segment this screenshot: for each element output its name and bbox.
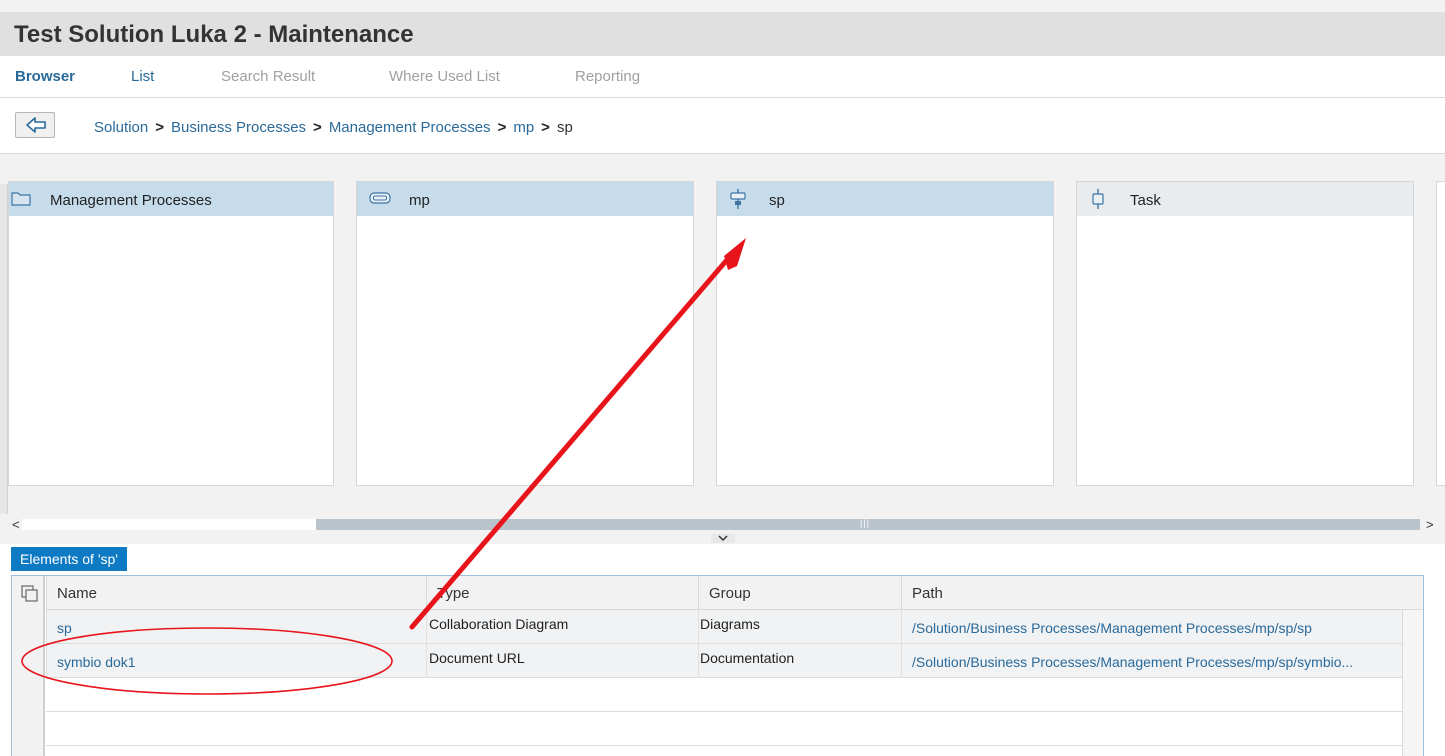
- tab-bar: Browser List Search Result Where Used Li…: [0, 56, 1445, 98]
- breadcrumb-mp[interactable]: mp: [513, 119, 534, 136]
- scroll-left-button[interactable]: <: [12, 517, 20, 532]
- column-header-type[interactable]: Type: [426, 576, 698, 610]
- column-label: Management Processes: [50, 192, 212, 209]
- column-header-group[interactable]: Group: [698, 576, 901, 610]
- tab-list[interactable]: List: [131, 68, 154, 85]
- tab-where-used-list[interactable]: Where Used List: [389, 68, 500, 85]
- table-row[interactable]: symbio dok1 Document URL Documentation /…: [46, 644, 1402, 678]
- tab-browser[interactable]: Browser: [15, 68, 75, 85]
- scroll-grip: |||: [860, 518, 871, 528]
- browser-column-mp[interactable]: mp: [356, 181, 694, 486]
- app-window: Test Solution Luka 2 - Maintenance Brows…: [0, 0, 1445, 756]
- page-title: Test Solution Luka 2 - Maintenance: [14, 21, 414, 48]
- cell-name[interactable]: symbio dok1: [46, 644, 426, 678]
- table-header: Name Type Group Path: [46, 576, 1423, 610]
- back-arrow-icon: [26, 117, 46, 133]
- breadcrumb-separator: >: [541, 119, 550, 136]
- browser-column-task[interactable]: Task: [1076, 181, 1414, 486]
- breadcrumb-separator: >: [155, 119, 164, 136]
- cell-path[interactable]: /Solution/Business Processes/Management …: [901, 610, 1402, 644]
- title-bar: Test Solution Luka 2 - Maintenance: [0, 12, 1445, 56]
- browser-column-overflow: [1436, 181, 1445, 486]
- breadcrumb-bar: Solution > Business Processes > Management P…: [0, 98, 1445, 154]
- folder-icon: [11, 192, 31, 206]
- table-row-empty: [46, 678, 1402, 712]
- cell-type: Collaboration Diagram: [426, 610, 698, 644]
- column-header-name[interactable]: Name: [46, 576, 426, 610]
- breadcrumb: Solution > Business Processes > Management P…: [94, 119, 573, 136]
- panel-splitter[interactable]: [711, 534, 735, 543]
- column-header-path[interactable]: Path: [901, 576, 1403, 610]
- column-label: mp: [409, 192, 430, 209]
- column-header[interactable]: mp: [357, 182, 693, 216]
- breadcrumb-separator: >: [313, 119, 322, 136]
- table-row[interactable]: sp Collaboration Diagram Diagrams /Solut…: [46, 610, 1402, 644]
- process-icon: [369, 192, 391, 204]
- browser-column-sp[interactable]: sp: [716, 181, 1054, 486]
- back-button[interactable]: [15, 112, 55, 138]
- column-header[interactable]: sp: [717, 182, 1053, 216]
- left-edge: [0, 184, 8, 514]
- cell-name[interactable]: sp: [46, 610, 426, 644]
- elements-table: Name Type Group Path sp Collaboration Di…: [11, 575, 1424, 756]
- table-right-gutter: [1402, 610, 1423, 756]
- cell-group: Documentation: [698, 644, 901, 678]
- breadcrumb-solution[interactable]: Solution: [94, 119, 148, 136]
- cell-group: Diagrams: [698, 610, 901, 644]
- breadcrumb-current: sp: [556, 119, 573, 136]
- column-header[interactable]: Task: [1077, 182, 1413, 216]
- elements-panel: Elements of 'sp' Name Type Group Path sp…: [0, 544, 1445, 756]
- column-header[interactable]: Management Processes: [9, 182, 333, 216]
- breadcrumb-business-processes[interactable]: Business Processes: [171, 119, 306, 136]
- step-icon: [730, 189, 746, 209]
- tab-search-result[interactable]: Search Result: [221, 68, 315, 85]
- column-browser: Management Processes mp sp Task < ||| >: [0, 154, 1445, 544]
- chevron-down-icon: [718, 535, 728, 542]
- cell-path[interactable]: /Solution/Business Processes/Management …: [901, 644, 1402, 678]
- task-icon: [1092, 189, 1104, 209]
- table-row-empty: [46, 712, 1402, 746]
- column-label: sp: [769, 192, 785, 209]
- scroll-right-button[interactable]: >: [1426, 517, 1434, 532]
- cell-type: Document URL: [426, 644, 698, 678]
- select-all-icon[interactable]: [21, 585, 39, 602]
- horizontal-scrollbar[interactable]: < ||| >: [0, 517, 1445, 533]
- row-selector-column[interactable]: [12, 576, 45, 756]
- browser-column-management-processes[interactable]: Management Processes: [8, 181, 334, 486]
- top-strip: [0, 0, 1445, 12]
- scroll-track[interactable]: [22, 519, 318, 530]
- breadcrumb-separator: >: [497, 119, 507, 136]
- elements-tab[interactable]: Elements of 'sp': [11, 547, 127, 571]
- tab-reporting[interactable]: Reporting: [575, 68, 640, 85]
- column-label: Task: [1130, 192, 1161, 209]
- breadcrumb-management-processes[interactable]: Management Processes: [329, 119, 491, 136]
